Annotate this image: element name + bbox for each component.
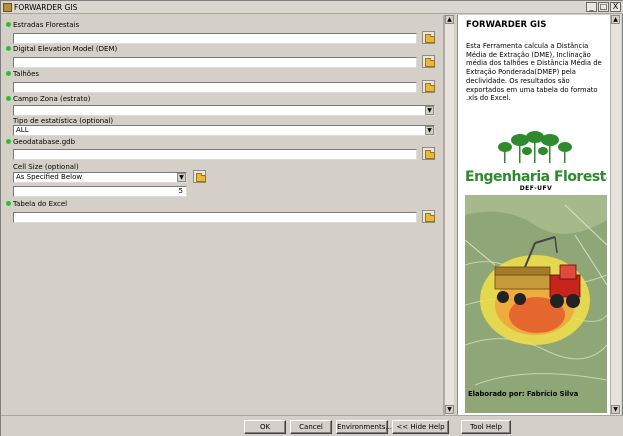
dem-browse-folder-icon[interactable] [422,55,435,68]
button-bar: OK Cancel Environments... << Hide Help T… [1,415,623,436]
required-dot-icon [6,201,11,206]
required-dot-icon [6,96,11,101]
estradas-input[interactable] [13,33,417,44]
cancel-button[interactable]: Cancel [290,420,332,434]
chevron-down-icon[interactable]: ▼ [177,173,186,182]
required-dot-icon [6,46,11,51]
minimize-button[interactable]: _ [586,2,597,12]
campo-zona-label: Campo Zona (estrato) [6,95,90,104]
environments-button[interactable]: Environments... [336,420,392,434]
tool-dialog-window: FORWARDER GIS _ □ X Estradas Florestais … [0,0,623,436]
parameters-panel: Estradas Florestais Digital Elevation Mo… [2,15,444,415]
ok-button[interactable]: OK [244,420,286,434]
dem-label: Digital Elevation Model (DEM) [6,45,117,54]
scroll-up-arrow-icon[interactable]: ▲ [611,15,620,24]
help-scrollbar[interactable]: ▲ ▼ [610,15,621,415]
tabela-excel-label: Tabela do Excel [6,200,67,209]
talhoes-browse-folder-icon[interactable] [422,80,435,93]
cell-size-number-input[interactable]: 5 [13,186,187,197]
tool-help-button[interactable]: Tool Help [461,420,511,434]
geodatabase-input[interactable] [13,149,417,160]
cell-size-select[interactable]: As Specified Below ▼ [13,172,187,183]
help-description: Esta Ferramenta calcula a Distância Médi… [466,42,602,103]
window-title: FORWARDER GIS [14,3,78,12]
required-dot-icon [6,22,11,27]
logo-subtitle: DEF-UFV [519,185,553,192]
tipo-estatistica-select[interactable]: ALL ▼ [13,125,435,136]
help-illustration: Engenharia Florestal DEF-UFV Elaborado p… [465,125,607,413]
required-dot-icon [6,139,11,144]
tabela-excel-input[interactable] [13,212,417,223]
tabela-excel-browse-folder-icon[interactable] [422,210,435,223]
cell-size-browse-folder-icon[interactable] [193,170,206,183]
geodatabase-browse-folder-icon[interactable] [422,147,435,160]
chevron-down-icon[interactable]: ▼ [425,126,434,135]
app-icon [3,3,12,12]
parameters-scrollbar[interactable]: ▲ ▼ [444,15,454,415]
dem-input[interactable] [13,57,417,68]
scroll-up-arrow-icon[interactable]: ▲ [445,15,454,24]
logo-title: Engenharia Florestal [465,169,607,185]
close-button[interactable]: X [610,2,621,12]
required-dot-icon [6,71,11,76]
cell-size-label: Cell Size (optional) [13,163,79,171]
geodatabase-label: Geodatabase.gdb [6,138,75,147]
scroll-down-arrow-icon[interactable]: ▼ [611,405,620,414]
author-credit: Elaborado por: Fabrício Silva [468,390,579,398]
estradas-label: Estradas Florestais [6,21,79,30]
talhoes-label: Talhões [6,70,39,79]
hide-help-button[interactable]: << Hide Help [392,420,449,434]
maximize-button[interactable]: □ [598,2,609,12]
talhoes-input[interactable] [13,82,417,93]
campo-zona-select[interactable]: ▼ [13,105,435,116]
title-bar[interactable]: FORWARDER GIS _ □ X [1,1,623,14]
estradas-browse-folder-icon[interactable] [422,31,435,44]
chevron-down-icon[interactable]: ▼ [425,106,434,115]
help-panel: FORWARDER GIS Esta Ferramenta calcula a … [457,15,610,415]
help-title: FORWARDER GIS [466,20,547,30]
scroll-down-arrow-icon[interactable]: ▼ [445,405,454,414]
